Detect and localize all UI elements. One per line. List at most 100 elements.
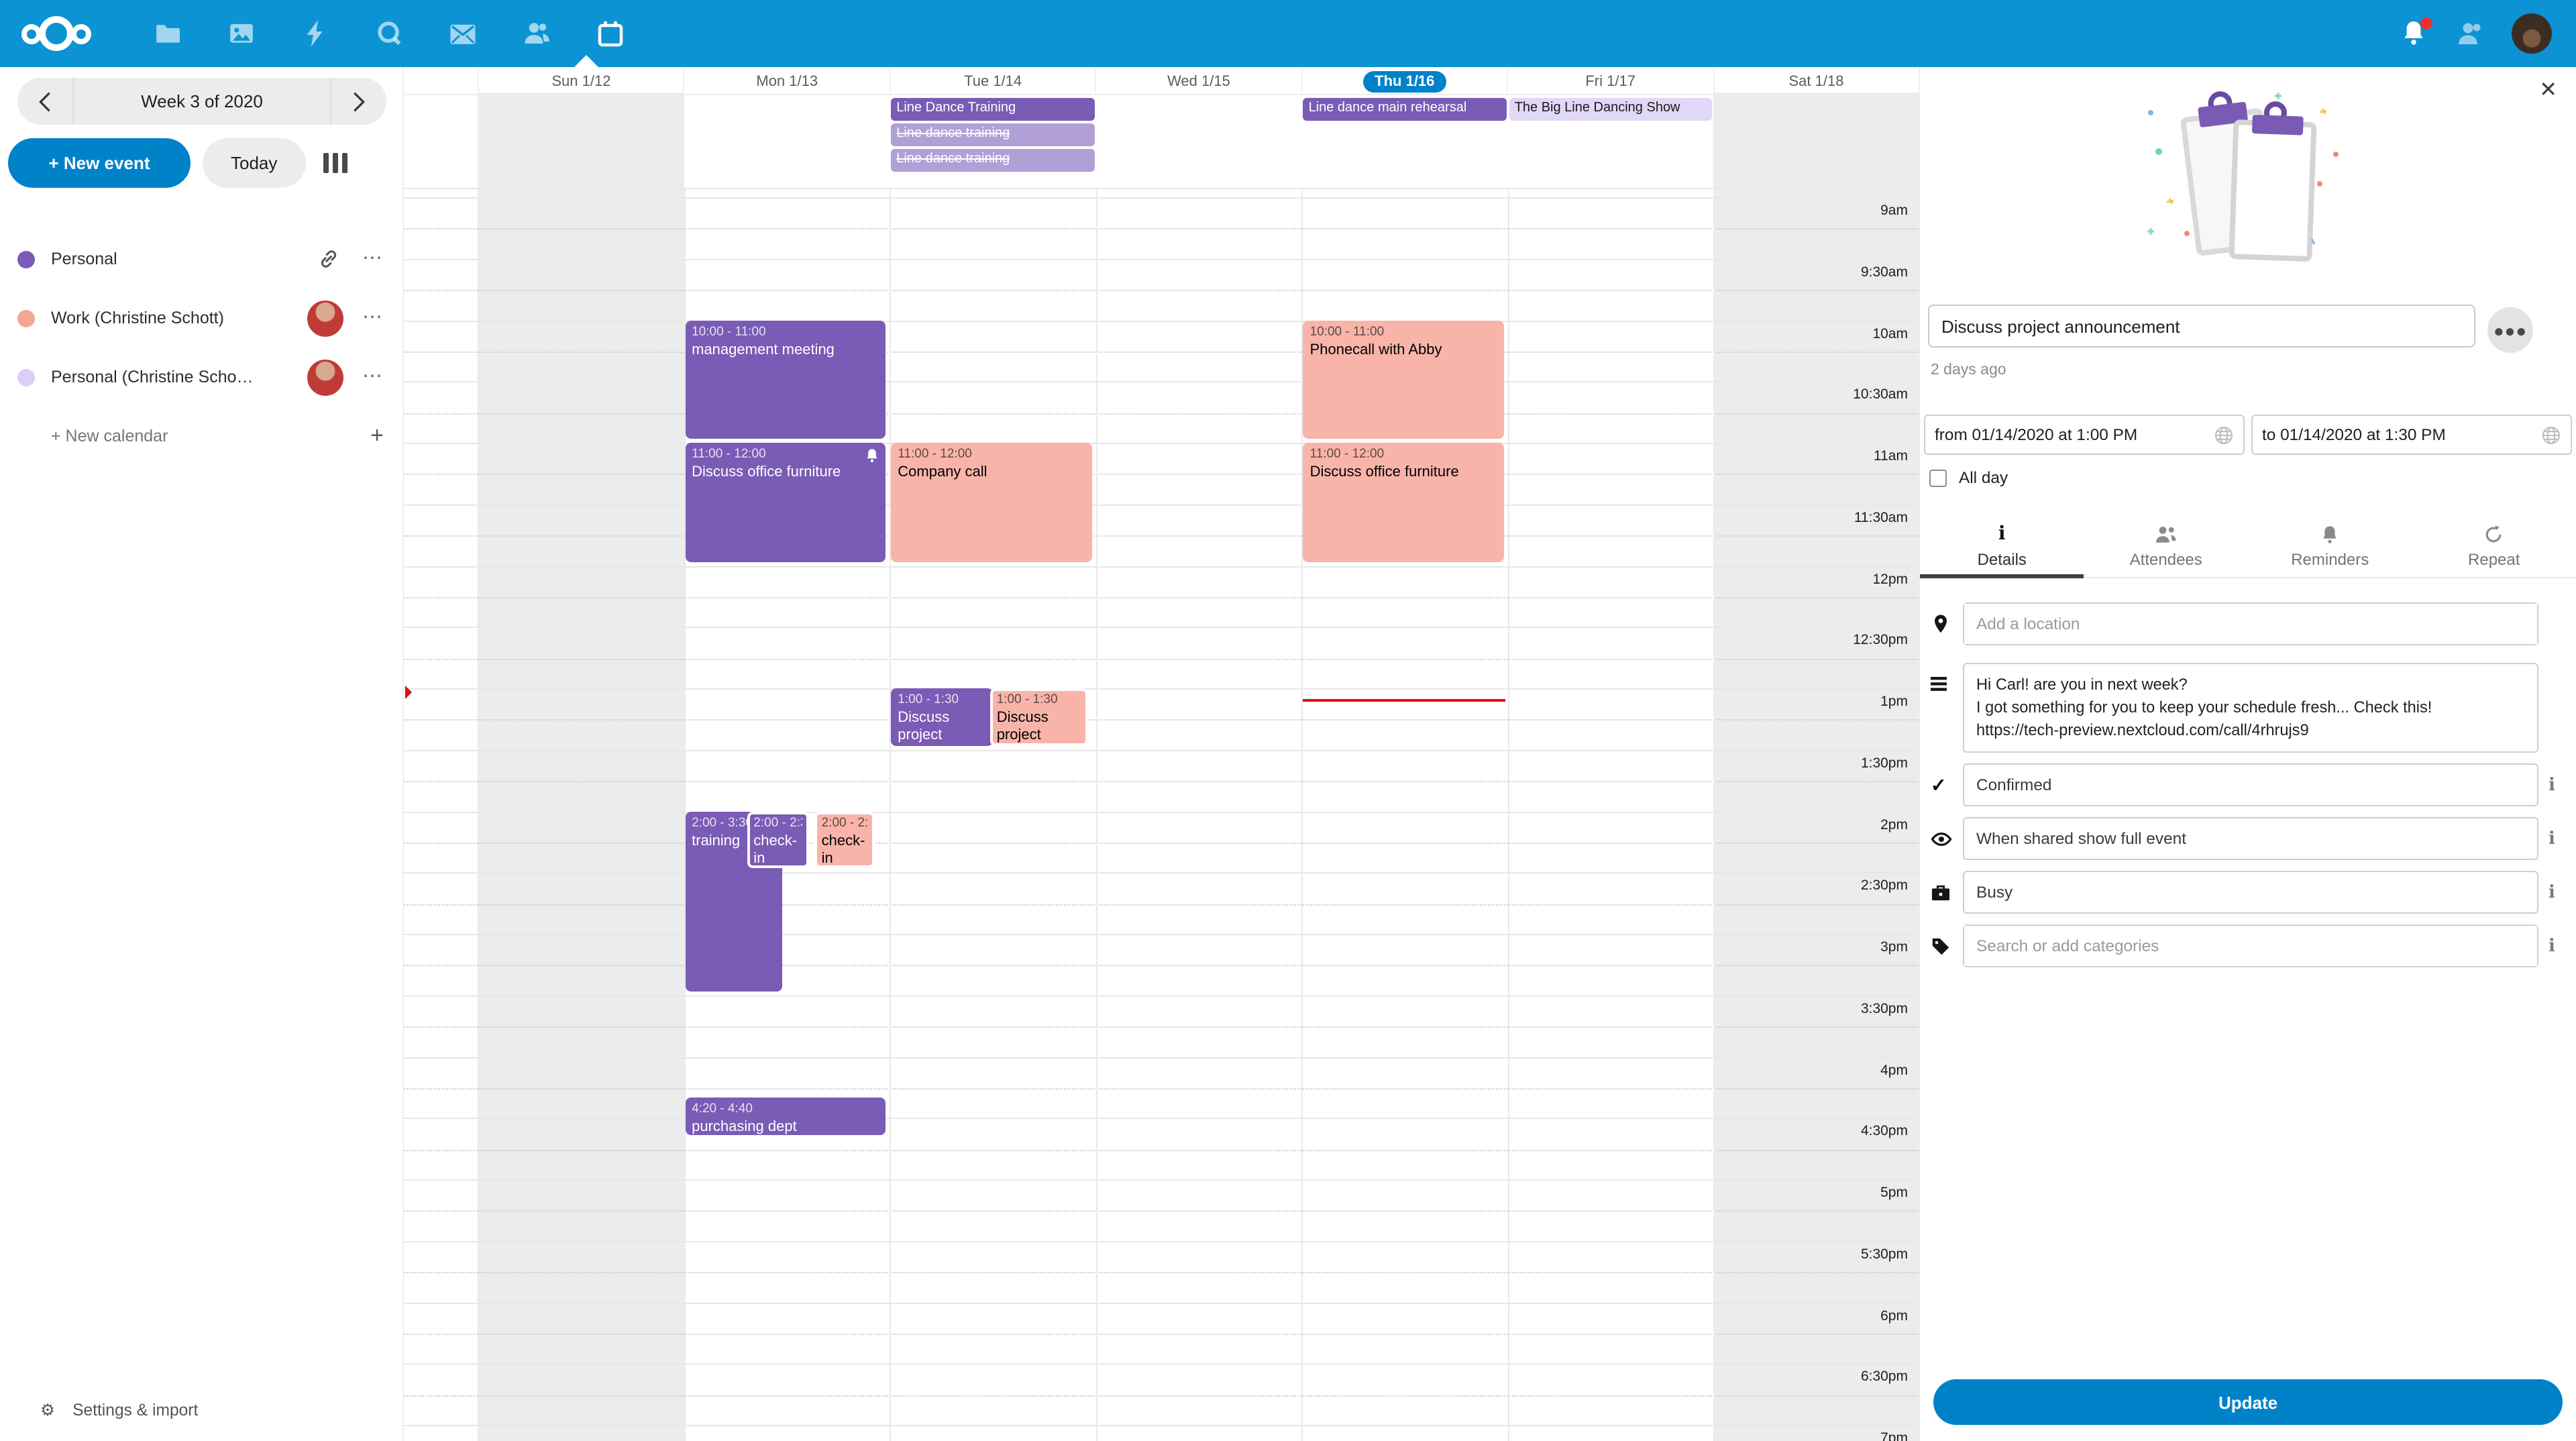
new-event-button[interactable]: + New event (8, 138, 191, 188)
location-input[interactable] (1964, 604, 2537, 644)
day-header: Sun 1/12 (478, 68, 684, 94)
event-time: 10:00 - 11:00 (692, 324, 879, 341)
user-avatar[interactable] (2512, 13, 2552, 54)
talk-icon[interactable] (374, 19, 404, 48)
start-date-field[interactable]: from 01/14/2020 at 1:00 PM (1924, 415, 2245, 455)
calendar-color-dot (17, 368, 35, 386)
contacts-menu-icon[interactable] (2457, 20, 2483, 47)
close-icon[interactable]: ✕ (2539, 81, 2557, 102)
calendar-name: Personal (51, 250, 318, 268)
day-header: Tue 1/14 (890, 68, 1095, 94)
tab-repeat[interactable]: Repeat (2412, 515, 2576, 577)
calendar-item-work-christine[interactable]: Work (Christine Schott) ⋯ (0, 288, 402, 348)
week-label[interactable]: Week 3 of 2020 (74, 91, 330, 111)
event-block[interactable]: 1:00 - 1:30Discuss project announcement (891, 688, 993, 746)
navbar-right (2402, 13, 2576, 54)
contacts-icon[interactable] (522, 19, 551, 48)
nextcloud-logo[interactable] (21, 16, 91, 51)
event-actions-menu-button[interactable]: ●●● (2487, 307, 2533, 353)
event-block[interactable]: 11:00 - 12:00Discuss office furniture (685, 443, 885, 562)
description-textarea[interactable]: Hi Carl! are you in next week? I got som… (1976, 664, 2525, 752)
event-block[interactable]: 10:00 - 11:00Phonecall with Abby (1303, 320, 1504, 439)
info-icon[interactable]: i (2538, 776, 2565, 796)
tab-details[interactable]: i Details (1920, 515, 2084, 577)
previous-week-button[interactable] (17, 78, 74, 125)
all-day-event-chip[interactable]: Line dance training (891, 149, 1094, 172)
event-title: Discuss office furniture (692, 465, 879, 482)
day-header-label: Sun 1/12 (551, 73, 610, 89)
info-icon[interactable]: i (2538, 829, 2565, 849)
day-header-label: Mon 1/13 (756, 73, 818, 89)
day-header-label: Sat 1/18 (1789, 73, 1844, 89)
editor-tabs: i Details Attendees Reminders Repeat (1920, 515, 2576, 578)
event-time: 10:00 - 11:00 (1310, 324, 1497, 341)
check-icon: ✓ (1931, 774, 1963, 797)
status-row: ✓ Confirmed i (1931, 764, 2565, 807)
all-day-event-chip[interactable]: Line dance training (891, 123, 1094, 146)
share-link-icon[interactable] (318, 248, 339, 270)
gear-icon: ⚙ (40, 1401, 55, 1420)
calendar-menu-icon[interactable]: ⋯ (362, 252, 384, 266)
categories-input[interactable] (1964, 926, 2537, 967)
timezone-globe-icon[interactable] (2214, 425, 2234, 445)
day-header: Mon 1/13 (684, 68, 890, 94)
events-layer: 10:00 - 11:00management meeting11:00 - 1… (404, 189, 1919, 1441)
event-block[interactable]: 11:00 - 12:00Company call (891, 443, 1091, 562)
tab-reminders[interactable]: Reminders (2248, 515, 2412, 577)
logo-circle (71, 23, 91, 44)
eye-icon (1931, 831, 1963, 848)
event-block[interactable]: 10:00 - 11:00management meeting (685, 320, 885, 439)
activity-icon[interactable] (301, 19, 330, 48)
notifications-bell-icon[interactable] (2402, 20, 2428, 47)
calendar-icon[interactable] (596, 19, 625, 48)
day-header: Sat 1/18 (1713, 68, 1919, 94)
all-day-event-chip[interactable]: The Big Line Dancing Show (1509, 98, 1713, 121)
photos-icon[interactable] (227, 19, 256, 48)
today-button[interactable]: Today (203, 138, 305, 188)
calendar-item-personal[interactable]: Personal ⋯ (0, 229, 402, 288)
event-title-input[interactable] (1928, 305, 2475, 348)
event-block[interactable]: 2:00 - 2:30check-in (815, 811, 875, 869)
location-field (1963, 602, 2538, 645)
all-day-event-chip[interactable]: Line dance main rehearsal (1303, 98, 1507, 121)
status-select[interactable]: Confirmed (1963, 764, 2538, 807)
tab-attendees[interactable]: Attendees (2084, 515, 2249, 577)
next-week-button[interactable] (330, 78, 386, 125)
info-icon[interactable]: i (2538, 883, 2565, 903)
update-button[interactable]: Update (1933, 1379, 2563, 1425)
new-calendar-label: + New calendar (51, 427, 370, 445)
calendar-menu-icon[interactable]: ⋯ (362, 370, 384, 384)
end-date-field[interactable]: to 01/14/2020 at 1:30 PM (2251, 415, 2572, 455)
event-block[interactable]: 1:00 - 1:30Discuss project (990, 688, 1088, 746)
weekend-shading (478, 93, 684, 188)
timezone-globe-icon[interactable] (2541, 425, 2561, 445)
info-icon[interactable]: i (2538, 937, 2565, 957)
new-calendar-button[interactable]: + New calendar + (0, 407, 402, 466)
calendar-menu-icon[interactable]: ⋯ (362, 311, 384, 325)
week-navigation: Week 3 of 2020 (17, 78, 386, 125)
plus-icon[interactable]: + (370, 423, 384, 449)
active-app-indicator (574, 55, 598, 67)
description-field: Hi Carl! are you in next week? I got som… (1963, 663, 2538, 753)
current-time-arrow-icon (405, 685, 412, 698)
event-block[interactable]: 2:00 - 2:30check-in (747, 811, 809, 869)
left-sidebar: Week 3 of 2020 + New event Today Persona… (0, 67, 402, 1441)
end-date-value: to 01/14/2020 at 1:30 PM (2262, 425, 2446, 444)
settings-import-button[interactable]: ⚙ Settings & import (0, 1379, 402, 1441)
all-day-event-chip[interactable]: Line Dance Training (891, 98, 1094, 121)
repeat-icon (2484, 524, 2504, 544)
week-view-toggle-icon[interactable] (323, 153, 347, 173)
visibility-select[interactable]: When shared show full event (1963, 818, 2538, 861)
briefcase-icon (1931, 884, 1963, 902)
event-time: 2:00 - 2:30 (822, 815, 869, 832)
description-row: Hi Carl! are you in next week? I got som… (1931, 663, 2565, 753)
mail-icon[interactable] (448, 19, 478, 48)
calendar-item-personal-christine[interactable]: Personal (Christine Scho… ⋯ (0, 348, 402, 407)
event-block[interactable]: 4:20 - 4:40purchasing dept (685, 1098, 885, 1134)
all-day-checkbox[interactable] (1929, 469, 1947, 486)
freebusy-select[interactable]: Busy (1963, 871, 2538, 914)
day-header: Fri 1/17 (1507, 68, 1713, 94)
files-icon[interactable] (153, 19, 182, 48)
event-block[interactable]: 11:00 - 12:00Discuss office furniture (1303, 443, 1504, 562)
tag-icon (1931, 937, 1963, 957)
